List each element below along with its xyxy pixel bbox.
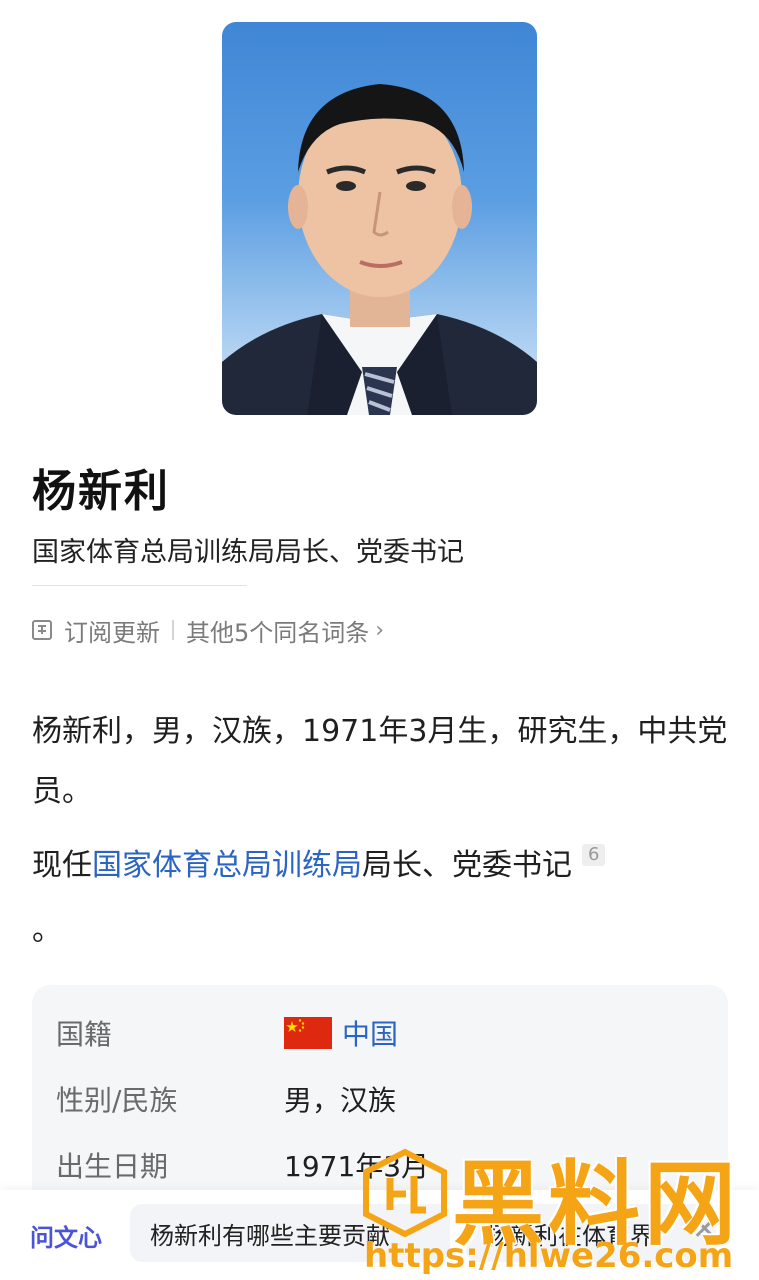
- profile-photo[interactable]: [222, 22, 537, 415]
- ai-assistant-button[interactable]: 问文心: [30, 1218, 102, 1253]
- current-suffix: 局长、党委书记: [362, 848, 572, 883]
- person-portrait-image: [222, 84, 537, 415]
- info-value-link[interactable]: 中国: [284, 1013, 398, 1053]
- chevron-right-icon[interactable]: ›: [375, 618, 384, 643]
- close-icon[interactable]: ✕: [692, 1212, 717, 1247]
- meta-separator: [172, 620, 174, 640]
- intro-paragraph: 杨新利，男，汉族，1971年3月生，研究生，中共党员。: [32, 714, 728, 809]
- other-entries-link[interactable]: 其他5个同名词条: [186, 613, 369, 648]
- suggestion-chip[interactable]: 杨新利有哪些主要贡献: [130, 1204, 450, 1262]
- organization-link[interactable]: 国家体育总局训练局: [92, 848, 362, 883]
- current-position-paragraph: 现任国家体育总局训练局局长、党委书记 6: [32, 836, 732, 896]
- info-key: 出生日期: [56, 1150, 169, 1183]
- info-row-nationality: 国籍 中国: [56, 1013, 398, 1053]
- divider: [32, 585, 247, 586]
- info-key: 国籍: [56, 1018, 113, 1051]
- info-key: 性别/民族: [56, 1084, 178, 1117]
- suggestion-chip[interactable]: 杨新利在体育界: [466, 1204, 716, 1262]
- info-value[interactable]: 中国: [342, 1013, 398, 1053]
- info-value: 1971年3月: [284, 1150, 430, 1183]
- ai-suggestion-bar: 问文心 杨新利有哪些主要贡献 杨新利在体育界 ✕: [0, 1190, 759, 1280]
- info-value: 男，汉族: [284, 1084, 397, 1117]
- china-flag-icon: [284, 1017, 332, 1049]
- info-row-gender-ethnicity: 性别/民族 男，汉族: [56, 1079, 396, 1119]
- paragraph-period: 。: [32, 913, 62, 948]
- entry-meta-row: 订阅更新 其他5个同名词条 ›: [30, 612, 384, 648]
- reference-badge[interactable]: 6: [582, 844, 606, 866]
- page-title: 杨新利: [32, 466, 170, 517]
- info-row-birth-date: 出生日期 1971年3月: [56, 1145, 429, 1185]
- current-prefix: 现任: [32, 848, 92, 883]
- subscribe-icon[interactable]: [30, 618, 54, 642]
- subscribe-button[interactable]: 订阅更新: [64, 613, 160, 648]
- page-subtitle: 国家体育总局训练局局长、党委书记: [32, 537, 464, 568]
